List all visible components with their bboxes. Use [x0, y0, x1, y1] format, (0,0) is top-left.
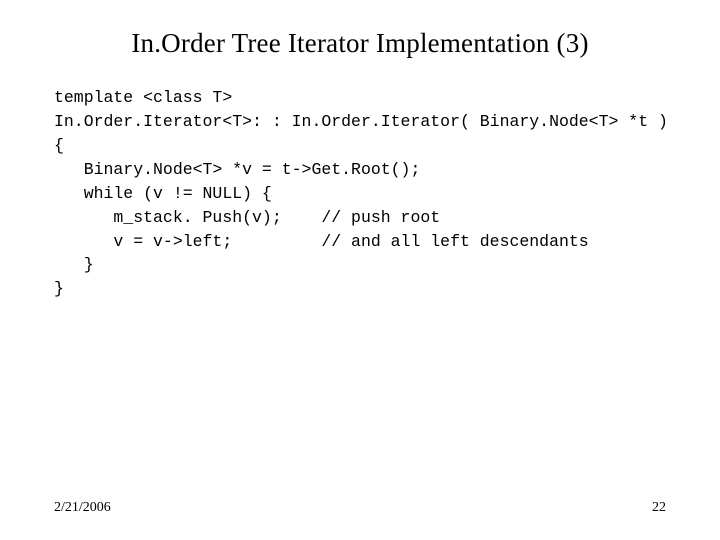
code-line: } [54, 255, 94, 274]
code-line: In.Order.Iterator<T>: : In.Order.Iterato… [54, 112, 668, 131]
code-line: Binary.Node<T> *v = t->Get.Root(); [54, 160, 420, 179]
slide: In.Order Tree Iterator Implementation (3… [0, 0, 720, 540]
code-line: m_stack. Push(v); // push root [54, 208, 440, 227]
code-line: v = v->left; // and all left descendants [54, 232, 589, 251]
footer-date: 2/21/2006 [54, 500, 111, 516]
footer-page-number: 22 [652, 500, 666, 516]
code-line: } [54, 279, 64, 298]
code-line: while (v != NULL) { [54, 184, 272, 203]
code-line: template <class T> [54, 88, 232, 107]
code-line: { [54, 136, 64, 155]
code-block: template <class T> In.Order.Iterator<T>:… [54, 86, 680, 301]
slide-title: In.Order Tree Iterator Implementation (3… [0, 28, 720, 59]
